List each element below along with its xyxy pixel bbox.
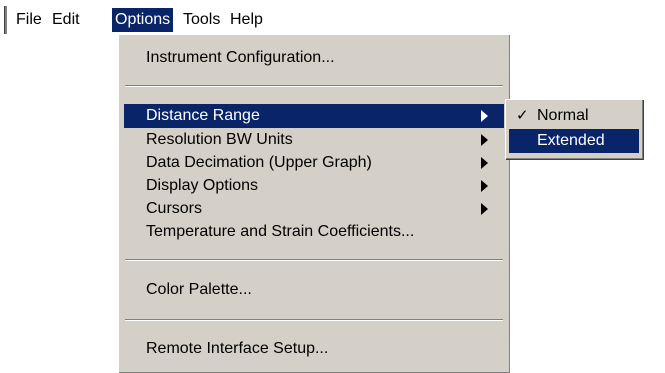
menu-item-resolution-bw-units[interactable]: Resolution BW Units <box>124 128 504 152</box>
submenu-item-label: Normal <box>537 107 589 124</box>
checkmark-icon: ✓ <box>516 107 529 124</box>
menu-item-display-options[interactable]: Display Options <box>124 174 504 198</box>
menu-file[interactable]: File <box>13 8 45 32</box>
menu-tools[interactable]: Tools <box>180 8 223 32</box>
options-dropdown-menu: Instrument Configuration... Distance Ran… <box>118 34 510 373</box>
submenu-item-label: Extended <box>537 132 605 149</box>
menu-item-label: Cursors <box>146 200 203 217</box>
submenu-arrow-icon <box>481 134 488 146</box>
submenu-item-normal[interactable]: ✓ Normal <box>509 104 639 128</box>
menu-item-label: Data Decimation (Upper Graph) <box>146 154 372 171</box>
submenu-arrow-icon <box>481 180 488 192</box>
menu-item-data-decimation[interactable]: Data Decimation (Upper Graph) <box>124 151 504 175</box>
submenu-item-extended[interactable]: Extended <box>509 129 639 153</box>
menu-item-label: Display Options <box>146 177 259 194</box>
menu-separator <box>125 85 503 87</box>
menu-item-color-palette[interactable]: Color Palette... <box>124 278 504 302</box>
menu-help[interactable]: Help <box>227 8 266 32</box>
menu-item-cursors[interactable]: Cursors <box>124 197 504 221</box>
menu-separator <box>125 319 503 321</box>
menu-bar-grip <box>4 6 7 34</box>
menu-options[interactable]: Options <box>112 8 174 32</box>
submenu-arrow-icon <box>481 110 488 122</box>
menu-bar: File Edit Options Tools Help <box>0 0 665 36</box>
distance-range-submenu: ✓ Normal Extended <box>505 99 643 159</box>
menu-item-distance-range[interactable]: Distance Range <box>124 104 504 128</box>
menu-item-label: Resolution BW Units <box>146 131 293 148</box>
menu-edit[interactable]: Edit <box>49 8 83 32</box>
menu-item-label: Distance Range <box>146 107 260 124</box>
menu-item-instrument-configuration[interactable]: Instrument Configuration... <box>124 46 504 70</box>
menu-item-remote-interface-setup[interactable]: Remote Interface Setup... <box>124 337 504 361</box>
submenu-arrow-icon <box>481 157 488 169</box>
menu-item-temperature-strain[interactable]: Temperature and Strain Coefficients... <box>124 220 504 244</box>
submenu-arrow-icon <box>481 203 488 215</box>
menu-separator <box>125 259 503 261</box>
